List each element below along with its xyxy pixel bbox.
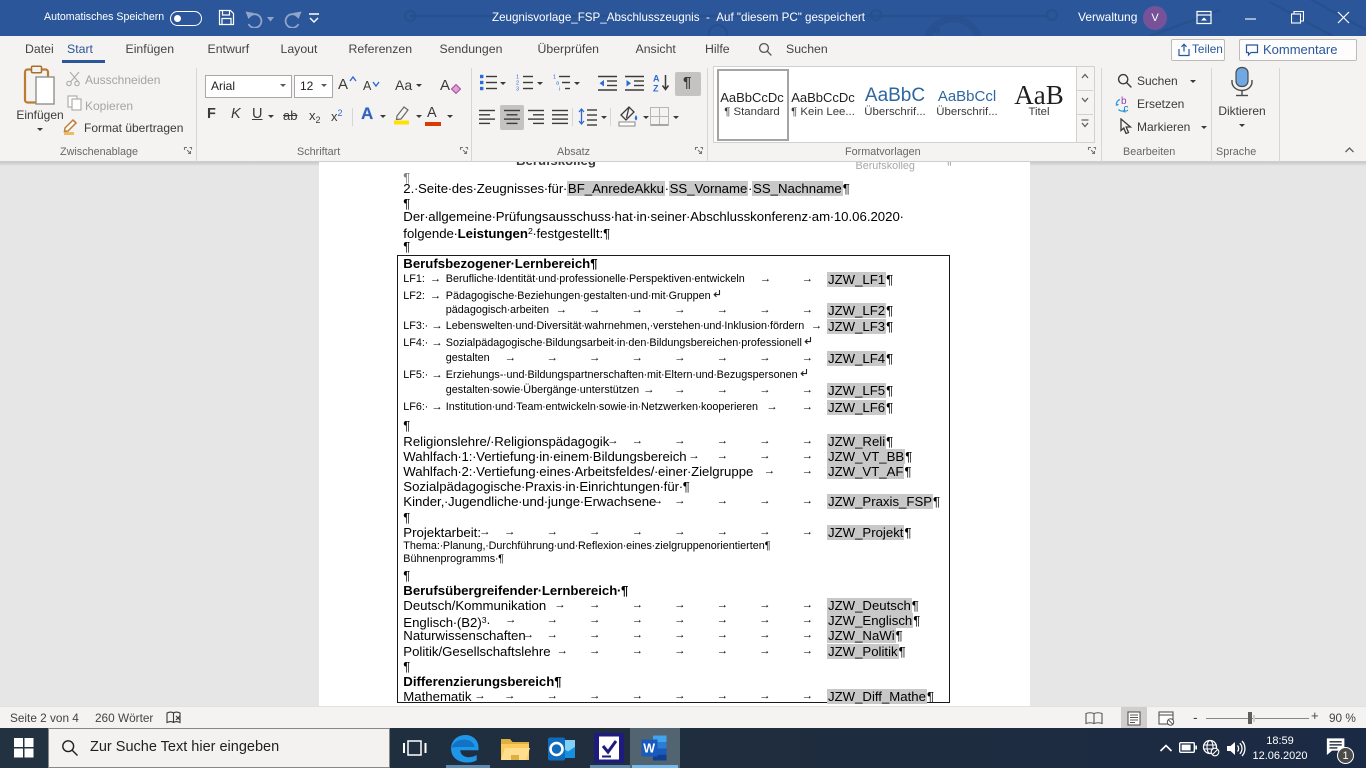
svg-text:i: i bbox=[559, 87, 560, 92]
svg-text:A: A bbox=[653, 74, 660, 84]
svg-text:Z: Z bbox=[653, 84, 659, 94]
svg-text:3: 3 bbox=[516, 87, 519, 92]
svg-text:W: W bbox=[643, 742, 655, 756]
